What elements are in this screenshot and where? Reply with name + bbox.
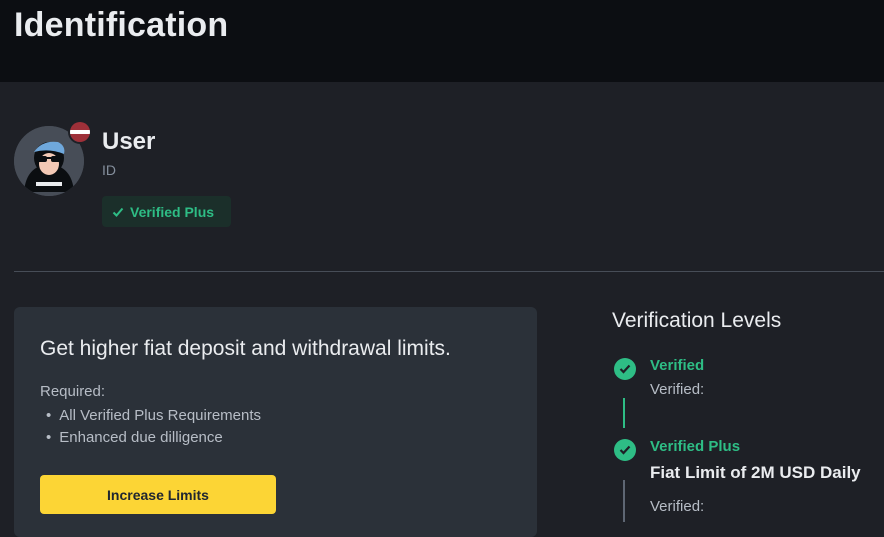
progress-line <box>623 398 625 428</box>
page-title: Identification <box>14 6 229 44</box>
check-icon <box>112 206 124 218</box>
level-limit: Fiat Limit of 2M USD Daily <box>650 463 861 482</box>
user-name: User <box>102 128 156 155</box>
verification-badge: Verified Plus <box>102 196 231 227</box>
flag-icon <box>68 120 92 144</box>
increase-limits-button[interactable]: Increase Limits <box>40 475 276 514</box>
list-item: All Verified Plus Requirements <box>46 405 261 427</box>
required-label: Required: <box>40 383 106 400</box>
level-name-verified: Verified <box>650 357 705 374</box>
page-header: Identification <box>0 0 884 82</box>
list-item: Enhanced due dilligence <box>46 427 261 449</box>
check-circle-icon <box>614 358 636 380</box>
card-title: Get higher fiat deposit and withdrawal l… <box>40 337 451 360</box>
badge-label: Verified Plus <box>130 203 215 220</box>
divider <box>14 271 884 272</box>
level-name-verified-plus: Verified Plus <box>650 438 741 455</box>
increase-limits-card: Get higher fiat deposit and withdrawal l… <box>14 307 537 537</box>
requirements-list: All Verified Plus Requirements Enhanced … <box>46 405 261 449</box>
progress-line <box>623 480 625 522</box>
level-detail: Verified: <box>650 381 705 398</box>
check-circle-icon <box>614 439 636 461</box>
verification-levels-title: Verification Levels <box>612 309 782 332</box>
level-detail: Verified: <box>650 498 705 515</box>
user-id: ID <box>102 162 116 178</box>
